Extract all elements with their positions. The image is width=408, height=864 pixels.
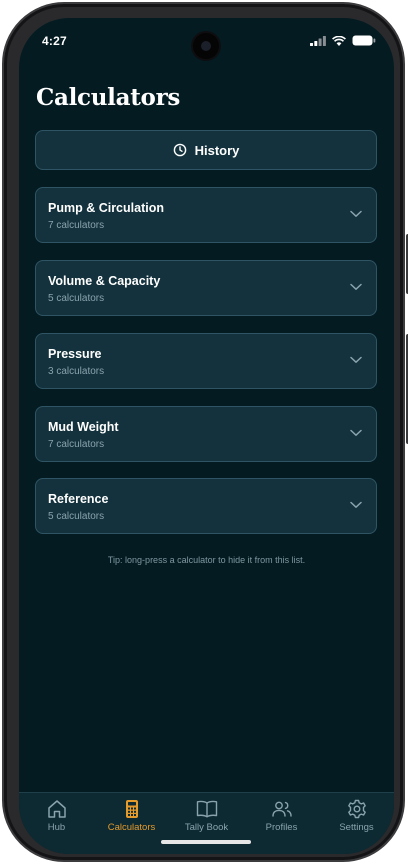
tab-label: Profiles — [265, 822, 298, 833]
bottom-tab-bar: Hub Calculators Tally Book Profiles Sett… — [19, 792, 394, 854]
category-title: Volume & Capacity — [48, 274, 161, 288]
users-icon — [271, 801, 292, 817]
gear-icon — [347, 799, 366, 819]
tab-label: Settings — [339, 822, 374, 833]
book-icon — [196, 800, 217, 818]
history-button-label: History — [194, 142, 240, 158]
tab-profiles[interactable]: Profiles — [244, 799, 319, 833]
app-screen: 4:27 Calculators History Pump & Circulat… — [19, 18, 394, 854]
chevron-down-icon — [350, 283, 362, 290]
cellular-signal-icon — [310, 35, 326, 46]
category-card-pressure[interactable]: Pressure 3 calculators — [35, 333, 377, 389]
category-title: Pressure — [48, 347, 102, 361]
front-camera — [193, 33, 219, 59]
category-count: 3 calculators — [48, 366, 105, 377]
category-title: Reference — [48, 492, 109, 506]
tab-hub[interactable]: Hub — [19, 799, 94, 833]
chevron-down-icon — [350, 429, 362, 436]
category-title: Mud Weight — [48, 420, 119, 434]
category-card-mud-weight[interactable]: Mud Weight 7 calculators — [35, 406, 377, 462]
tab-label: Tally Book — [184, 822, 229, 833]
battery-icon — [352, 35, 376, 46]
tab-settings[interactable]: Settings — [319, 799, 394, 833]
tab-label: Calculators — [107, 822, 156, 833]
phone-frame: 4:27 Calculators History Pump & Circulat… — [2, 2, 408, 862]
category-count: 7 calculators — [48, 439, 105, 450]
category-count: 7 calculators — [48, 220, 105, 231]
home-indicator[interactable] — [161, 840, 251, 844]
category-card-pump-circulation[interactable]: Pump & Circulation 7 calculators — [35, 187, 377, 243]
tab-tally-book[interactable]: Tally Book — [169, 799, 244, 833]
category-count: 5 calculators — [48, 293, 105, 304]
category-title: Pump & Circulation — [48, 201, 164, 215]
clock-icon — [173, 143, 186, 157]
category-card-reference[interactable]: Reference 5 calculators — [35, 478, 377, 534]
status-icons — [310, 35, 376, 46]
chevron-down-icon — [350, 210, 362, 217]
chevron-down-icon — [350, 356, 362, 363]
page-title: Calculators — [36, 84, 181, 111]
history-button[interactable]: History — [35, 130, 377, 170]
calculator-icon — [125, 800, 138, 818]
category-count: 5 calculators — [48, 511, 105, 522]
home-icon — [47, 800, 66, 818]
status-bar: 4:27 — [19, 18, 394, 64]
tab-calculators[interactable]: Calculators — [94, 799, 169, 833]
chevron-down-icon — [350, 501, 362, 508]
wifi-icon — [332, 35, 346, 46]
category-card-volume-capacity[interactable]: Volume & Capacity 5 calculators — [35, 260, 377, 316]
tab-label: Hub — [47, 822, 66, 833]
status-time: 4:27 — [42, 34, 67, 48]
tip-text: Tip: long-press a calculator to hide it … — [107, 555, 306, 565]
